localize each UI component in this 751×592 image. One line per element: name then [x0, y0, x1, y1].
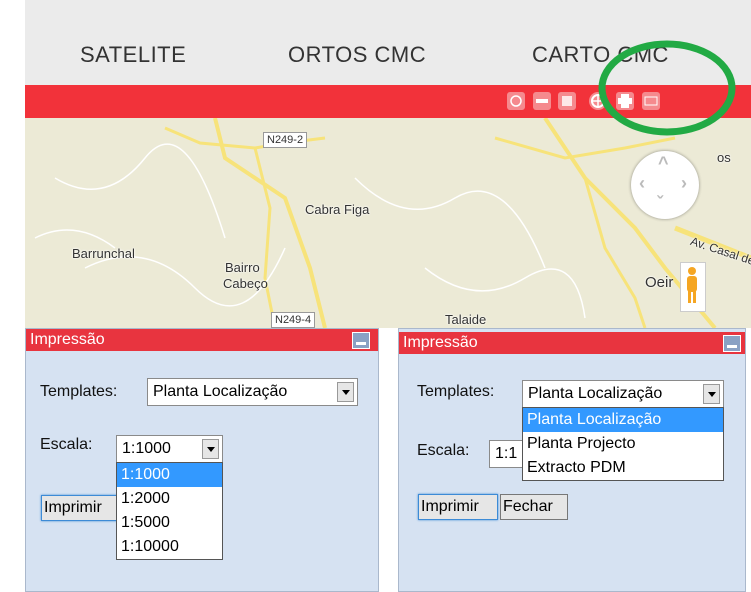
area-icon[interactable] [558, 92, 576, 110]
place-label-cabra-figa: Cabra Figa [305, 202, 370, 217]
chevron-left-icon[interactable]: ‹ [639, 173, 645, 194]
escala-select-value: 1:1000 [122, 440, 171, 457]
place-label-oeiras: Oeir [645, 274, 674, 291]
escala-select[interactable]: 1:1000 [116, 435, 223, 463]
escala-label: Escala: [417, 442, 470, 459]
print-dialog-right: Impressão Templates: Planta Localização … [398, 328, 746, 592]
scale-option[interactable]: 1:2000 [117, 487, 222, 511]
target-icon[interactable] [507, 92, 525, 110]
templates-dropdown-list: Planta Localização Planta Projecto Extra… [522, 407, 724, 481]
print-dialog-left: Impressão Templates: Planta Localização … [25, 328, 379, 592]
templates-select[interactable]: Planta Localização [522, 380, 724, 408]
templates-select[interactable]: Planta Localização [147, 378, 358, 406]
minimize-button[interactable] [723, 335, 741, 352]
escala-label: Escala: [40, 436, 93, 453]
dialog-title: Impressão [399, 332, 745, 354]
minimize-button[interactable] [352, 332, 370, 349]
tab-satelite[interactable]: SATELITE [80, 42, 186, 68]
road-label-n249-2: N249-2 [263, 132, 308, 148]
templates-select-value: Planta Localização [528, 385, 663, 402]
escala-dropdown-list: 1:1000 1:2000 1:5000 1:10000 [116, 462, 223, 560]
chevron-down-icon[interactable] [202, 439, 219, 459]
map-view[interactable]: N249-2 Cabra Figa Barrunchal Bairro Cabe… [25, 118, 751, 328]
print-button[interactable]: Imprimir [41, 495, 121, 521]
street-view-pegman-icon[interactable] [680, 262, 706, 312]
templates-select-value: Planta Localização [153, 383, 288, 400]
road-label-n249-4: N249-4 [271, 312, 316, 328]
annotation-ellipse [598, 40, 736, 136]
scale-option[interactable]: 1:10000 [117, 535, 222, 559]
close-button[interactable]: Fechar [500, 494, 568, 520]
tab-ortos-cmc[interactable]: ORTOS CMC [288, 42, 426, 68]
chevron-down-icon[interactable] [337, 382, 354, 402]
scale-option[interactable]: 1:1000 [117, 463, 222, 487]
place-label-os: os [717, 150, 731, 165]
pan-control[interactable]: ^ ‹ › ˇ [631, 151, 699, 219]
template-option[interactable]: Planta Localização [523, 408, 723, 432]
place-label-talaide: Talaide [445, 312, 487, 327]
chevron-right-icon[interactable]: › [681, 173, 687, 194]
place-label-barrunchal: Barrunchal [72, 246, 135, 261]
scale-option[interactable]: 1:5000 [117, 511, 222, 535]
escala-select-value: 1:1 [495, 445, 518, 462]
map-roads [34, 118, 751, 328]
template-option[interactable]: Planta Projecto [523, 432, 723, 456]
templates-label: Templates: [417, 383, 495, 400]
template-option[interactable]: Extracto PDM [523, 456, 723, 480]
chevron-up-icon[interactable]: ^ [658, 153, 669, 174]
templates-label: Templates: [40, 383, 118, 400]
place-label-cabeco: Cabeço [223, 276, 268, 291]
dialog-title: Impressão [26, 329, 378, 351]
chevron-down-icon[interactable]: ˇ [657, 193, 663, 214]
print-button[interactable]: Imprimir [418, 494, 498, 520]
place-label-bairro: Bairro [225, 260, 260, 275]
ruler-icon[interactable] [533, 92, 551, 110]
chevron-down-icon[interactable] [703, 384, 720, 404]
